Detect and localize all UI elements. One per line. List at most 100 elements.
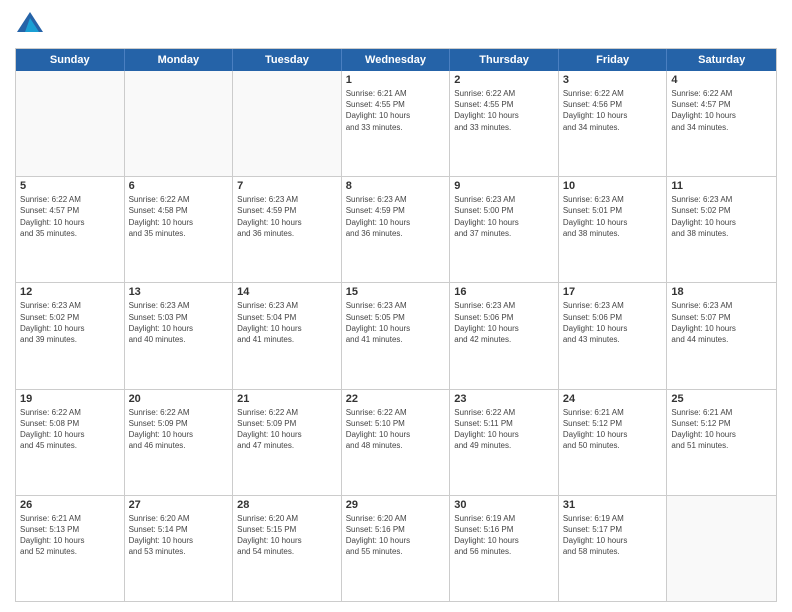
day-number: 8 (346, 180, 446, 192)
cell-info: Sunrise: 6:22 AM Sunset: 4:57 PM Dayligh… (671, 88, 772, 133)
day-number: 23 (454, 393, 554, 405)
calendar-cell: 30 Sunrise: 6:19 AM Sunset: 5:16 PM Dayli… (450, 496, 559, 601)
logo (15, 10, 49, 40)
cell-info: Sunrise: 6:23 AM Sunset: 5:01 PM Dayligh… (563, 194, 663, 239)
cell-info: Sunrise: 6:22 AM Sunset: 5:08 PM Dayligh… (20, 407, 120, 452)
day-number: 27 (129, 499, 229, 511)
calendar-cell: 8 Sunrise: 6:23 AM Sunset: 4:59 PM Daylig… (342, 177, 451, 282)
header-day-wednesday: Wednesday (342, 49, 451, 71)
day-number: 28 (237, 499, 337, 511)
calendar-cell: 10 Sunrise: 6:23 AM Sunset: 5:01 PM Dayli… (559, 177, 668, 282)
calendar-cell: 27Sunrise: 6:20 AM Sunset: 5:14 PM Dayli… (125, 496, 234, 601)
calendar-cell: 2 Sunrise: 6:22 AM Sunset: 4:55 PM Daylig… (450, 71, 559, 176)
cell-info: Sunrise: 6:19 AM Sunset: 5:17 PM Dayligh… (563, 513, 663, 558)
header (15, 10, 777, 40)
cell-info: Sunrise: 6:22 AM Sunset: 5:09 PM Dayligh… (237, 407, 337, 452)
header-day-thursday: Thursday (450, 49, 559, 71)
cell-info: Sunrise: 6:23 AM Sunset: 5:06 PM Dayligh… (454, 300, 554, 345)
header-day-friday: Friday (559, 49, 668, 71)
calendar-cell: 22 Sunrise: 6:22 AM Sunset: 5:10 PM Dayli… (342, 390, 451, 495)
day-number: 11 (671, 180, 772, 192)
calendar-cell: 3 Sunrise: 6:22 AM Sunset: 4:56 PM Daylig… (559, 71, 668, 176)
cell-info: Sunrise: 6:23 AM Sunset: 5:00 PM Dayligh… (454, 194, 554, 239)
logo-icon (15, 10, 45, 40)
calendar-cell: 11 Sunrise: 6:23 AM Sunset: 5:02 PM Dayli… (667, 177, 776, 282)
cell-info: Sunrise: 6:21 AM Sunset: 5:12 PM Dayligh… (563, 407, 663, 452)
day-number: 24 (563, 393, 663, 405)
calendar-cell: 15 Sunrise: 6:23 AM Sunset: 5:05 PM Dayli… (342, 283, 451, 388)
cell-info: Sunrise: 6:23 AM Sunset: 5:02 PM Dayligh… (671, 194, 772, 239)
day-number: 3 (563, 74, 663, 86)
cell-info: Sunrise: 6:22 AM Sunset: 5:09 PM Dayligh… (129, 407, 229, 452)
calendar-cell: 1 Sunrise: 6:21 AM Sunset: 4:55 PM Daylig… (342, 71, 451, 176)
calendar-cell: 20 Sunrise: 6:22 AM Sunset: 5:09 PM Dayli… (125, 390, 234, 495)
cell-info: Sunrise: 6:23 AM Sunset: 5:03 PM Dayligh… (129, 300, 229, 345)
cell-info: Sunrise: 6:23 AM Sunset: 5:06 PM Dayligh… (563, 300, 663, 345)
day-number: 20 (129, 393, 229, 405)
calendar-cell (16, 71, 125, 176)
calendar-cell: 24 Sunrise: 6:21 AM Sunset: 5:12 PM Dayli… (559, 390, 668, 495)
day-number: 14 (237, 286, 337, 298)
calendar-cell: 31 Sunrise: 6:19 AM Sunset: 5:17 PM Dayli… (559, 496, 668, 601)
header-day-tuesday: Tuesday (233, 49, 342, 71)
day-number: 6 (129, 180, 229, 192)
calendar-body: 1 Sunrise: 6:21 AM Sunset: 4:55 PM Daylig… (16, 71, 776, 601)
calendar-cell: 12Sunrise: 6:23 AM Sunset: 5:02 PM Dayli… (16, 283, 125, 388)
cell-info: Sunrise: 6:20 AM Sunset: 5:16 PM Dayligh… (346, 513, 446, 558)
day-number: 15 (346, 286, 446, 298)
day-number: 17 (563, 286, 663, 298)
cell-info: Sunrise: 6:22 AM Sunset: 4:55 PM Dayligh… (454, 88, 554, 133)
day-number: 30 (454, 499, 554, 511)
day-number: 16 (454, 286, 554, 298)
day-number: 9 (454, 180, 554, 192)
calendar-row-2: 5 Sunrise: 6:22 AM Sunset: 4:57 PM Daylig… (16, 176, 776, 282)
day-number: 5 (20, 180, 120, 192)
day-number: 7 (237, 180, 337, 192)
cell-info: Sunrise: 6:21 AM Sunset: 5:12 PM Dayligh… (671, 407, 772, 452)
header-day-saturday: Saturday (667, 49, 776, 71)
day-number: 25 (671, 393, 772, 405)
cell-info: Sunrise: 6:22 AM Sunset: 5:10 PM Dayligh… (346, 407, 446, 452)
calendar-cell: 13 Sunrise: 6:23 AM Sunset: 5:03 PM Dayli… (125, 283, 234, 388)
day-number: 4 (671, 74, 772, 86)
day-number: 26 (20, 499, 120, 511)
calendar-cell (667, 496, 776, 601)
calendar-cell (233, 71, 342, 176)
day-number: 13 (129, 286, 229, 298)
calendar-row-5: 26 Sunrise: 6:21 AM Sunset: 5:13 PM Dayli… (16, 495, 776, 601)
cell-info: Sunrise: 6:22 AM Sunset: 4:57 PM Dayligh… (20, 194, 120, 239)
calendar-cell: 29Sunrise: 6:20 AM Sunset: 5:16 PM Dayli… (342, 496, 451, 601)
day-number: 19 (20, 393, 120, 405)
cell-info: Sunrise: 6:21 AM Sunset: 5:13 PM Dayligh… (20, 513, 120, 558)
calendar-cell: 14 Sunrise: 6:23 AM Sunset: 5:04 PM Dayli… (233, 283, 342, 388)
cell-info: Sunrise: 6:23 AM Sunset: 5:04 PM Dayligh… (237, 300, 337, 345)
header-day-sunday: Sunday (16, 49, 125, 71)
day-number: 31 (563, 499, 663, 511)
cell-info: Sunrise: 6:22 AM Sunset: 4:56 PM Dayligh… (563, 88, 663, 133)
page: SundayMondayTuesdayWednesdayThursdayFrid… (0, 0, 792, 612)
day-number: 10 (563, 180, 663, 192)
calendar-cell: 4 Sunrise: 6:22 AM Sunset: 4:57 PM Daylig… (667, 71, 776, 176)
cell-info: Sunrise: 6:22 AM Sunset: 5:11 PM Dayligh… (454, 407, 554, 452)
day-number: 22 (346, 393, 446, 405)
cell-info: Sunrise: 6:23 AM Sunset: 5:05 PM Dayligh… (346, 300, 446, 345)
day-number: 2 (454, 74, 554, 86)
calendar-cell: 7Sunrise: 6:23 AM Sunset: 4:59 PM Daylig… (233, 177, 342, 282)
calendar-header: SundayMondayTuesdayWednesdayThursdayFrid… (16, 49, 776, 71)
calendar-cell: 25 Sunrise: 6:21 AM Sunset: 5:12 PM Dayli… (667, 390, 776, 495)
day-number: 18 (671, 286, 772, 298)
calendar-cell: 21 Sunrise: 6:22 AM Sunset: 5:09 PM Dayli… (233, 390, 342, 495)
calendar-cell: 18Sunrise: 6:23 AM Sunset: 5:07 PM Dayli… (667, 283, 776, 388)
calendar-cell: 17 Sunrise: 6:23 AM Sunset: 5:06 PM Dayli… (559, 283, 668, 388)
calendar-cell: 26 Sunrise: 6:21 AM Sunset: 5:13 PM Dayli… (16, 496, 125, 601)
calendar-cell (125, 71, 234, 176)
cell-info: Sunrise: 6:21 AM Sunset: 4:55 PM Dayligh… (346, 88, 446, 133)
calendar-cell: 9 Sunrise: 6:23 AM Sunset: 5:00 PM Daylig… (450, 177, 559, 282)
day-number: 1 (346, 74, 446, 86)
calendar-cell: 23 Sunrise: 6:22 AM Sunset: 5:11 PM Dayli… (450, 390, 559, 495)
cell-info: Sunrise: 6:23 AM Sunset: 4:59 PM Dayligh… (346, 194, 446, 239)
calendar-row-4: 19 Sunrise: 6:22 AM Sunset: 5:08 PM Dayli… (16, 389, 776, 495)
cell-info: Sunrise: 6:19 AM Sunset: 5:16 PM Dayligh… (454, 513, 554, 558)
calendar-cell: 16 Sunrise: 6:23 AM Sunset: 5:06 PM Dayli… (450, 283, 559, 388)
day-number: 21 (237, 393, 337, 405)
